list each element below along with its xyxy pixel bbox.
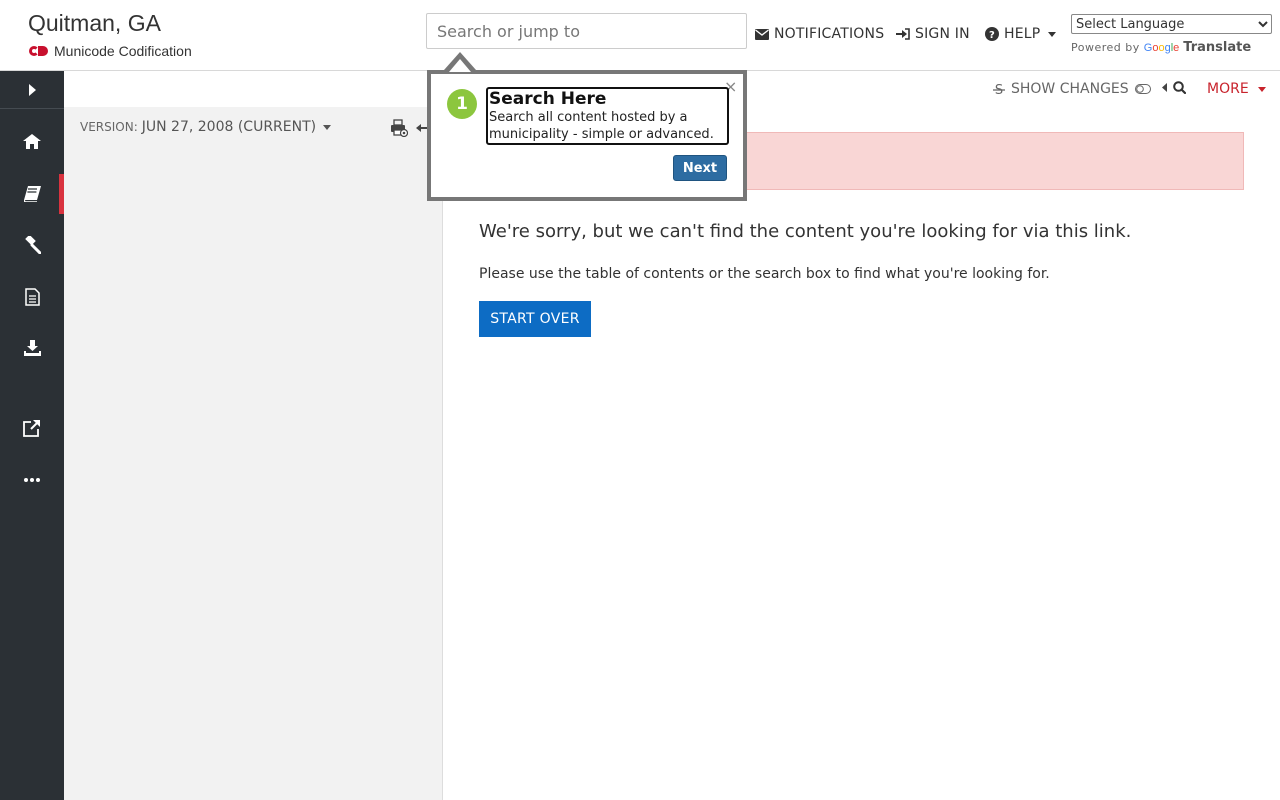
- header: Quitman, GA Municode Codification NOTIFI…: [0, 0, 1280, 71]
- tour-content: Search Here Search all content hosted by…: [486, 87, 729, 145]
- rail-item-more[interactable]: [0, 460, 64, 500]
- rail-item-downloads[interactable]: [0, 328, 64, 368]
- search-input[interactable]: [426, 13, 747, 49]
- book-icon: [23, 186, 41, 202]
- version-value: JUN 27, 2008 (CURRENT): [141, 119, 317, 135]
- download-icon: [23, 340, 41, 356]
- tour-next-button[interactable]: Next: [673, 155, 727, 181]
- municode-logo-icon: [29, 45, 49, 57]
- chevron-down-icon: [1048, 31, 1057, 37]
- notifications-label: NOTIFICATIONS: [774, 26, 885, 42]
- show-changes-label: SHOW CHANGES: [1011, 81, 1129, 97]
- version-label: VERSION:: [80, 120, 138, 134]
- not-found-heading: We're sorry, but we can't find the conte…: [479, 221, 1132, 242]
- left-rail: [0, 71, 64, 800]
- sign-in-icon: [896, 28, 910, 40]
- tour-arrow-inner: [449, 59, 471, 72]
- external-link-icon: [23, 420, 40, 437]
- help-label: HELP: [1004, 26, 1041, 42]
- show-changes-toggle[interactable]: S SHOW CHANGES: [993, 81, 1151, 97]
- caret-left-icon: [1162, 83, 1167, 92]
- language-select[interactable]: Select Language: [1071, 14, 1272, 34]
- strikethrough-icon: S: [993, 83, 1005, 96]
- rail-item-home[interactable]: [0, 121, 64, 161]
- notifications-link[interactable]: NOTIFICATIONS: [755, 26, 884, 42]
- toggle-off-icon: [1134, 84, 1151, 94]
- toc-tools: [390, 119, 428, 137]
- municipality-title[interactable]: Quitman, GA: [28, 10, 161, 37]
- help-dropdown[interactable]: ? HELP: [985, 26, 1057, 42]
- search-icon: [1173, 81, 1186, 94]
- rail-item-external[interactable]: [0, 408, 64, 448]
- municode-brand-label: Municode Codification: [54, 43, 192, 59]
- google-logo-icon[interactable]: Google: [1144, 42, 1180, 54]
- more-dropdown[interactable]: MORE: [1207, 81, 1266, 97]
- translate-link[interactable]: Translate: [1183, 40, 1251, 55]
- gavel-icon: [25, 236, 41, 254]
- rail-item-documents[interactable]: [0, 277, 64, 317]
- powered-by-label: Powered by: [1071, 41, 1140, 54]
- chevron-down-icon: [323, 124, 332, 130]
- svg-text:?: ?: [989, 30, 995, 41]
- tour-step-badge: 1: [447, 89, 477, 119]
- rail-item-ordinances[interactable]: [0, 225, 64, 265]
- question-circle-icon: ?: [985, 27, 999, 41]
- municode-brand[interactable]: Municode Codification: [29, 43, 192, 59]
- print-icon[interactable]: [390, 119, 408, 137]
- more-label: MORE: [1207, 81, 1249, 97]
- envelope-icon: [755, 28, 769, 40]
- sign-in-label: SIGN IN: [915, 26, 970, 42]
- chevron-right-icon: [28, 83, 36, 96]
- not-found-help-text: Please use the table of contents or the …: [479, 266, 1050, 282]
- version-dropdown[interactable]: VERSION: JUN 27, 2008 (CURRENT): [80, 119, 332, 135]
- rail-toggle-button[interactable]: [0, 71, 64, 109]
- rail-item-codes[interactable]: [0, 174, 64, 214]
- tour-title: Search Here: [489, 89, 607, 109]
- search-toggle-button[interactable]: [1162, 81, 1186, 94]
- chevron-down-icon: [1257, 86, 1266, 92]
- toc-panel: VERSION: JUN 27, 2008 (CURRENT): [64, 107, 443, 800]
- powered-by-google-translate: Powered by Google Translate: [1071, 40, 1251, 55]
- more-icon: [24, 478, 40, 482]
- tour-text: Search all content hosted by a municipal…: [489, 110, 714, 142]
- home-icon: [23, 133, 41, 149]
- sign-in-link[interactable]: SIGN IN: [896, 26, 970, 42]
- start-over-button[interactable]: START OVER: [479, 301, 591, 337]
- document-icon: [24, 288, 40, 306]
